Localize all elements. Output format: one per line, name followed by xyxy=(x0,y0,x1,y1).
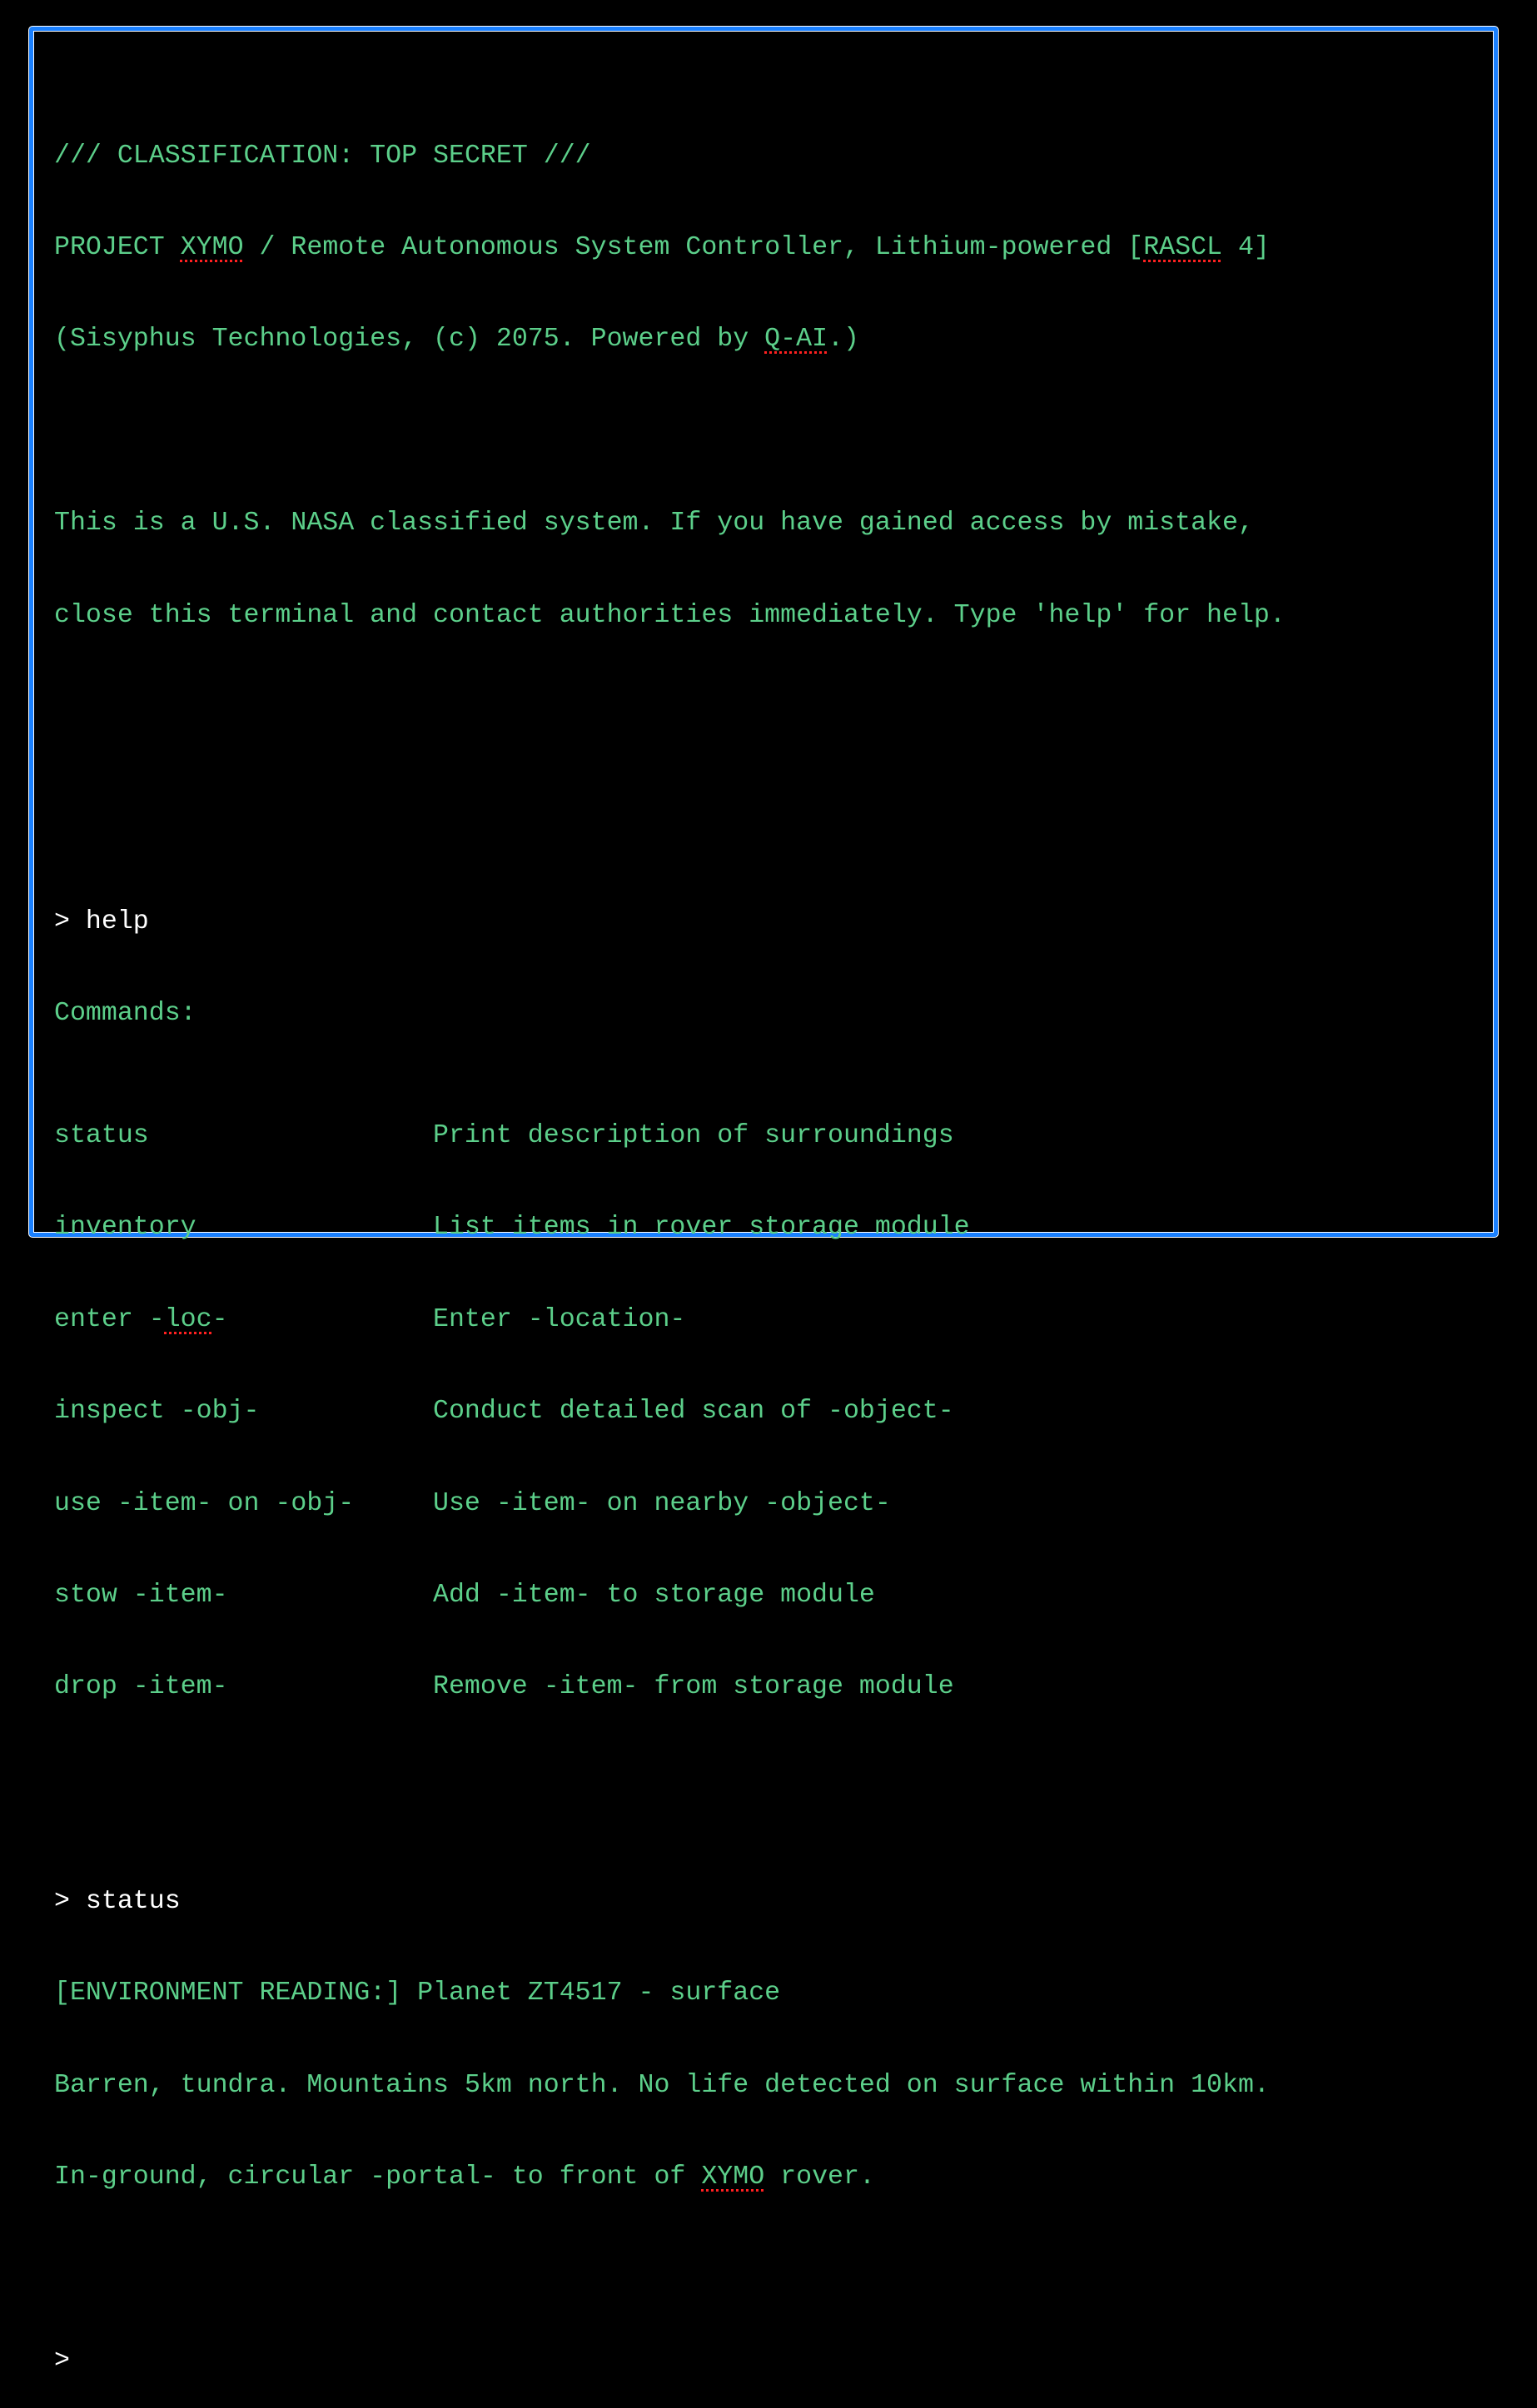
command-name: use -item- on -obj- xyxy=(54,1488,355,1518)
credit-line: (Sisyphus Technologies, (c) 2075. Powere… xyxy=(54,325,1487,355)
command-row: stow -item- Add -item- to storage module xyxy=(54,1581,1487,1611)
help-title: Commands: xyxy=(54,998,196,1028)
command-row: use -item- on -obj- Use -item- on nearby … xyxy=(54,1489,1487,1520)
status-line-2-prefix: In-ground, circular -portal- to front of xyxy=(54,2162,702,2192)
command-row: enter -loc- Enter -location- xyxy=(54,1305,1487,1336)
command-name-flag: loc xyxy=(164,1304,212,1334)
command-name: drop -item- xyxy=(54,1672,228,1702)
help-command-echo: > help xyxy=(54,906,149,936)
command-row: inspect -obj- Conduct detailed scan of -o… xyxy=(54,1397,1487,1427)
project-prefix: PROJECT xyxy=(54,232,181,262)
warning-line-1: This is a U.S. NASA classified system. I… xyxy=(54,509,1254,539)
status-line-1: Barren, tundra. Mountains 5km north. No … xyxy=(54,2070,1270,2100)
prompt-symbol: > xyxy=(54,2346,70,2376)
command-description: Use -item- on nearby -object- xyxy=(433,1488,891,1518)
command-description: List items in rover storage module xyxy=(433,1213,970,1243)
command-row: inventory List items in rover storage mod… xyxy=(54,1213,1487,1244)
rover-name: XYMO xyxy=(701,2162,765,2192)
credit-ai: Q-AI xyxy=(764,325,828,355)
project-name: XYMO xyxy=(180,232,244,262)
project-description: / Remote Autonomous System Controller, L… xyxy=(243,232,1144,262)
terminal-output: /// CLASSIFICATION: TOP SECRET /// PROJE… xyxy=(54,80,1487,2408)
command-row: drop -item- Remove -item- from storage mo… xyxy=(54,1672,1487,1703)
project-model-version: 4] xyxy=(1222,232,1270,262)
command-input-line[interactable]: > xyxy=(54,2346,1487,2377)
command-name: inventory xyxy=(54,1213,196,1243)
command-description: Add -item- to storage module xyxy=(433,1581,875,1611)
status-heading: [ENVIRONMENT READING:] Planet ZT4517 - s… xyxy=(54,1979,781,2008)
status-line-2: In-ground, circular -portal- to front of… xyxy=(54,2162,1487,2193)
project-model: RASCL xyxy=(1143,232,1223,262)
command-name: inspect -obj- xyxy=(54,1397,260,1427)
command-description: Remove -item- from storage module xyxy=(433,1672,954,1702)
credit-prefix: (Sisyphus Technologies, (c) 2075. Powere… xyxy=(54,325,765,355)
command-name-prefix: enter - xyxy=(54,1304,165,1334)
command-description: Conduct detailed scan of -object- xyxy=(433,1397,954,1427)
warning-line-2: close this terminal and contact authorit… xyxy=(54,600,1286,630)
command-name: status xyxy=(54,1121,149,1151)
project-line: PROJECT XYMO / Remote Autonomous System … xyxy=(54,233,1487,264)
command-description: Enter -location- xyxy=(433,1304,686,1334)
command-name: enter -loc- xyxy=(54,1305,433,1336)
command-row: status Print description of surroundings xyxy=(54,1121,1487,1152)
command-name: stow -item- xyxy=(54,1581,228,1611)
status-command-echo: > status xyxy=(54,1887,181,1917)
status-line-2-suffix: rover. xyxy=(764,2162,875,2192)
classification-banner: /// CLASSIFICATION: TOP SECRET /// xyxy=(54,141,591,171)
command-description: Print description of surroundings xyxy=(433,1121,954,1151)
command-name-suffix: - xyxy=(211,1304,228,1334)
credit-suffix: .) xyxy=(828,325,859,355)
